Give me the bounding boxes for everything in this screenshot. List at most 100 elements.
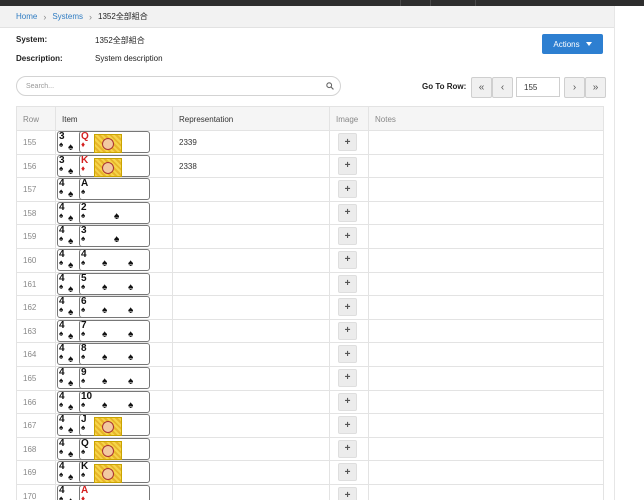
table-row[interactable]: 167 4 ♠ ♠ J ♠ +	[16, 414, 604, 438]
card-suit: ♠	[81, 257, 86, 267]
prev-page-button[interactable]: ‹	[492, 77, 513, 98]
column-divider	[368, 390, 369, 414]
plus-icon: +	[344, 183, 351, 195]
card-pip: ♠	[114, 234, 120, 246]
caret-down-icon	[585, 42, 592, 46]
add-image-button[interactable]: +	[338, 203, 357, 222]
card-suit: ♠	[59, 140, 64, 149]
card-pip: ♠	[68, 283, 74, 295]
table-row[interactable]: 164 4 ♠ ♠ 8 ♠ ♠ ♠ +	[16, 343, 604, 367]
search-icon[interactable]	[326, 82, 334, 90]
table-header: Row Item Representation Image Notes	[16, 106, 604, 131]
face-card-portrait	[94, 134, 122, 153]
column-divider	[368, 437, 369, 461]
add-image-button[interactable]: +	[338, 156, 357, 175]
card-hand: 4 ♠ ♠ 2 ♠ ♠ ♠	[57, 201, 152, 225]
chevron-left-icon: ‹	[500, 82, 505, 93]
goto-row-input[interactable]: 155	[516, 77, 560, 97]
face-card-portrait	[94, 464, 122, 484]
add-image-button[interactable]: +	[338, 274, 357, 293]
column-divider	[55, 131, 56, 154]
double-chevron-right-icon: »	[592, 82, 599, 93]
card-suit: ♠	[81, 470, 86, 480]
playing-card: 2 ♠ ♠ ♠	[79, 201, 150, 224]
row-number: 159	[23, 232, 37, 242]
add-image-button[interactable]: +	[338, 180, 357, 199]
column-divider	[329, 319, 330, 343]
column-divider	[55, 225, 56, 248]
playing-card: Q ♦	[79, 131, 150, 153]
card-suit: ♠	[59, 328, 64, 338]
plus-icon: +	[344, 490, 351, 500]
add-image-button[interactable]: +	[338, 368, 357, 387]
table-row[interactable]: 163 4 ♠ ♠ 7 ♠ ♠ ♠ +	[16, 319, 604, 344]
table-row[interactable]: 162 4 ♠ ♠ 6 ♠ ♠ ♠ +	[16, 296, 604, 320]
breadcrumb-home-link[interactable]: Home	[16, 12, 37, 21]
add-image-button[interactable]: +	[338, 321, 357, 340]
add-image-button[interactable]: +	[338, 250, 357, 269]
breadcrumb: Home › Systems › 1352全部組合	[0, 6, 614, 28]
add-image-button[interactable]: +	[338, 227, 357, 246]
first-page-button[interactable]: «	[471, 77, 492, 98]
card-hand: 4 ♠ ♠ Q ♠	[57, 437, 152, 461]
table-row[interactable]: 157 4 ♠ ♠ A ♠ +	[16, 178, 604, 202]
table-row[interactable]: 170 4♠♠A♦ +	[16, 484, 604, 500]
column-divider	[172, 107, 173, 130]
header-image: Image	[336, 115, 359, 124]
column-divider	[368, 201, 369, 225]
breadcrumb-systems-link[interactable]: Systems	[52, 12, 83, 21]
next-page-button[interactable]: ›	[564, 77, 585, 98]
column-divider	[368, 343, 369, 366]
add-image-button[interactable]: +	[338, 486, 357, 500]
add-image-button[interactable]: +	[338, 439, 357, 458]
add-image-button[interactable]: +	[338, 298, 357, 317]
column-divider	[329, 437, 330, 461]
table-row[interactable]: 168 4 ♠ ♠ Q ♠ +	[16, 437, 604, 462]
row-number: 161	[23, 279, 37, 289]
card-hand: 4♠♠A♦	[57, 484, 152, 500]
card-suit: ♠	[81, 423, 86, 433]
add-image-button[interactable]: +	[338, 392, 357, 411]
table-row[interactable]: 161 4 ♠ ♠ 5 ♠ ♠ ♠ +	[16, 272, 604, 297]
card-pip: ♠	[102, 281, 108, 293]
column-divider	[368, 366, 369, 390]
card-pip: ♠	[102, 352, 108, 364]
card-pip: ♠	[68, 236, 74, 248]
column-divider	[172, 390, 173, 414]
chevron-right-icon: ›	[572, 82, 577, 93]
column-divider	[368, 484, 369, 500]
search-placeholder: Search...	[26, 82, 55, 90]
column-divider	[55, 107, 56, 130]
table-row[interactable]: 155 3 ♠ ♠ Q ♦ 2339 +	[16, 131, 604, 155]
add-image-button[interactable]: +	[338, 416, 357, 435]
table-row[interactable]: 160 4 ♠ ♠ 4 ♠ ♠ ♠ +	[16, 248, 604, 273]
card-suit: ♠	[59, 210, 64, 220]
card-pip: ♠	[114, 210, 120, 222]
card-pip: ♠	[68, 165, 74, 177]
plus-icon: +	[344, 372, 351, 384]
table-row[interactable]: 165 4 ♠ ♠ 9 ♠ ♠ ♠ +	[16, 366, 604, 391]
card-hand: 3 ♠ ♠ K ♦	[57, 154, 152, 178]
card-hand: 4 ♠ ♠ 10 ♠ ♠ ♠	[57, 390, 152, 414]
search-input[interactable]: Search...	[16, 76, 341, 96]
playing-card: 3 ♠ ♠ ♠	[79, 225, 150, 248]
plus-icon: +	[344, 348, 351, 360]
add-image-button[interactable]: +	[338, 345, 357, 364]
table-row[interactable]: 159 4 ♠ ♠ 3 ♠ ♠ ♠ +	[16, 225, 604, 249]
add-image-button[interactable]: +	[338, 133, 357, 151]
table-row[interactable]: 166 4 ♠ ♠ 10 ♠ ♠ ♠ +	[16, 390, 604, 415]
table-row[interactable]: 169 4 ♠ ♠ K ♠ +	[16, 461, 604, 485]
table-row[interactable]: 156 3 ♠ ♠ K ♦ 2338 +	[16, 154, 604, 179]
column-divider	[368, 272, 369, 296]
column-divider	[55, 366, 56, 390]
column-divider	[172, 154, 173, 178]
table-row[interactable]: 158 4 ♠ ♠ 2 ♠ ♠ ♠ +	[16, 201, 604, 226]
header-item: Item	[62, 115, 78, 124]
column-divider	[55, 390, 56, 414]
last-page-button[interactable]: »	[585, 77, 606, 98]
row-number: 170	[23, 491, 37, 500]
column-divider	[55, 154, 56, 178]
card-pip: ♠	[68, 448, 74, 460]
actions-button[interactable]: Actions	[542, 34, 603, 54]
add-image-button[interactable]: +	[338, 463, 357, 482]
